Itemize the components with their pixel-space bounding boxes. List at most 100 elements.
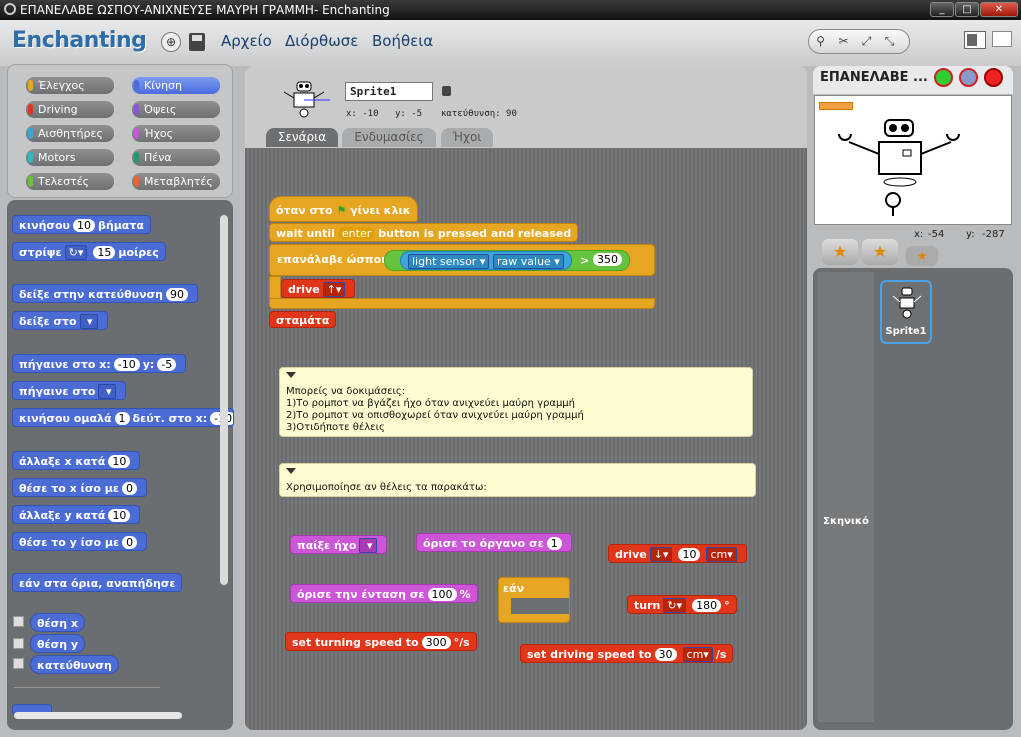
category-label: Έλεγχος xyxy=(38,79,85,92)
block-point-direction[interactable]: δείξε στην κατεύθυνση 90 xyxy=(12,284,198,303)
menu-help[interactable]: Βοήθεια xyxy=(372,32,433,50)
category-label: Motors xyxy=(38,151,76,164)
category-swatch xyxy=(134,152,139,163)
category-0[interactable]: Έλεγχος xyxy=(26,77,114,94)
category-9[interactable]: Μεταβλητές xyxy=(132,173,220,190)
block-bounce[interactable]: εάν στα όρια, αναπήδησε xyxy=(12,573,183,592)
threshold-input[interactable]: 350 xyxy=(593,253,622,266)
palette-scrollbar[interactable] xyxy=(220,215,228,585)
block-play-sound[interactable]: παίξε ήχο ▾ xyxy=(290,535,388,554)
green-flag-icon: ⚑ xyxy=(336,204,347,217)
grow-icon[interactable]: ⤢ xyxy=(855,30,878,53)
tab-costumes[interactable]: Ενδυμασίες xyxy=(342,128,436,147)
block-drive-distance[interactable]: drive ↓▾ 10 cm▾ xyxy=(608,544,747,563)
sensor-value-dropdown[interactable]: raw value ▾ xyxy=(493,254,564,269)
comment-line: Μπορείς να δοκιμάσεις: xyxy=(286,386,406,397)
reporter-x-position[interactable]: θέση x xyxy=(30,613,86,632)
block-set-instrument[interactable]: όρισε το όργανο σε 1 xyxy=(416,533,572,552)
block-if[interactable]: εάν xyxy=(498,577,570,623)
maximize-button[interactable]: □ xyxy=(955,2,979,17)
block-move[interactable]: κινήσου 10 βήματα xyxy=(12,215,151,234)
palette-hscrollbar[interactable] xyxy=(14,712,182,719)
tab-scripts[interactable]: Σενάρια xyxy=(266,128,338,147)
category-2[interactable]: Driving xyxy=(26,101,114,118)
choose-sprite-icon[interactable]: ★ xyxy=(862,239,898,265)
menu-file[interactable]: Αρχείο xyxy=(221,32,272,50)
turn-dir-icon[interactable]: ↻▾ xyxy=(64,245,88,260)
lock-icon[interactable] xyxy=(442,86,451,96)
reporter-direction[interactable]: κατεύθυνση xyxy=(30,655,119,674)
comment-2[interactable]: Χρησιμοποίησε αν θέλεις τα παρακάτω: xyxy=(279,463,756,497)
repeat-arm xyxy=(269,276,281,300)
sprite-thumbnail-sprite1[interactable]: Sprite1 xyxy=(880,280,932,344)
block-set-y[interactable]: θέσε το y ίσο με 0 xyxy=(12,532,148,551)
category-swatch xyxy=(134,128,139,139)
category-5[interactable]: Ήχος xyxy=(132,125,220,142)
save-icon[interactable] xyxy=(189,33,205,51)
minimize-button[interactable]: _ xyxy=(930,2,954,17)
comment-line: 2)Το ρομποτ να οπισθοχωρεί όταν ανιχνεύε… xyxy=(286,410,584,421)
block-set-driving-speed[interactable]: set driving speed to 30 cm▾/s xyxy=(520,644,734,663)
tab-sounds[interactable]: Ήχοι xyxy=(441,128,493,147)
stage-thumbnail-area[interactable]: Σκηνικό xyxy=(818,272,874,722)
window-titlebar: ΕΠΑΝΕΛΑΒΕ ΩΣΠΟΥ-ΑΝΙΧΝΕΥΣΕ ΜΑΥΡΗ ΓΡΑΜΜΗ- … xyxy=(0,0,1021,20)
project-title: ΕΠΑΝΕΛΑΒΕ ... xyxy=(820,70,928,85)
block-goto-xy[interactable]: πήγαινε στο x: -10 y: -5 xyxy=(12,354,187,373)
block-when-flag-clicked[interactable]: όταν στο ⚑ γίνει κλικ xyxy=(269,196,418,222)
block-turn-robot[interactable]: turn ↻▾ 180 ° xyxy=(627,595,737,614)
category-8[interactable]: Τελεστές xyxy=(26,173,114,190)
block-change-x[interactable]: άλλαξε x κατά 10 xyxy=(12,451,141,470)
block-goto[interactable]: πήγαινε στο ▾ xyxy=(12,381,127,400)
checkbox-y-position[interactable] xyxy=(13,638,24,649)
comment-1[interactable]: Μπορείς να δοκιμάσεις: 1)Το ρομποτ να βγά… xyxy=(279,367,753,437)
block-glide[interactable]: κινήσου ομαλά1δεύτ. στο x:-10 xyxy=(12,408,234,427)
sprite-tools: ⚲ ✂ ⤢ ⤡ xyxy=(808,29,910,54)
close-button[interactable]: ✕ xyxy=(980,2,1018,17)
stage-canvas[interactable] xyxy=(814,95,1012,225)
checkbox-x-position[interactable] xyxy=(13,616,24,627)
reporter-y-position[interactable]: θέση y xyxy=(30,634,86,653)
checkbox-direction[interactable] xyxy=(13,658,24,669)
category-6[interactable]: Motors xyxy=(26,149,114,166)
sprite-name-field[interactable]: Sprite1 xyxy=(345,82,433,101)
block-drive[interactable]: drive ↑▾ xyxy=(281,279,356,298)
block-turn[interactable]: στρίψε ↻▾ 15 μοίρες xyxy=(12,242,166,261)
category-label: Αισθητήρες xyxy=(38,127,103,140)
block-wait-until[interactable]: wait until enter button is pressed and rel… xyxy=(269,223,579,242)
home-button[interactable] xyxy=(959,68,978,87)
normal-stage-icon[interactable] xyxy=(964,31,986,49)
category-1[interactable]: Κίνηση xyxy=(132,77,220,94)
category-label: Όψεις xyxy=(144,103,177,116)
arrow-up-icon[interactable]: ↑▾ xyxy=(322,282,346,297)
app-icon xyxy=(4,3,16,15)
turn-dir-icon[interactable]: ↻▾ xyxy=(663,598,687,613)
block-set-x[interactable]: θέσε το x ίσο με 0 xyxy=(12,478,147,497)
shrink-icon[interactable]: ⤡ xyxy=(878,30,901,53)
category-swatch xyxy=(134,104,139,115)
category-swatch xyxy=(134,80,139,91)
comment-line: 3)Οτιδήποτε θέλεις xyxy=(286,422,385,433)
stop-button[interactable] xyxy=(984,68,1003,87)
scissors-icon[interactable]: ✂ xyxy=(832,30,855,53)
menu-edit[interactable]: Διόρθωσε xyxy=(285,32,358,50)
block-stop[interactable]: σταμάτα xyxy=(269,311,337,328)
category-3[interactable]: Όψεις xyxy=(132,101,220,118)
arrow-down-icon[interactable]: ↓▾ xyxy=(649,547,673,562)
block-point-towards[interactable]: δείξε στο ▾ xyxy=(12,311,108,330)
paint-new-sprite-icon[interactable]: ★ xyxy=(822,239,858,265)
category-7[interactable]: Πένα xyxy=(132,149,220,166)
block-set-volume[interactable]: όρισε την ένταση σε 100% xyxy=(290,584,478,603)
operator-label: > xyxy=(580,254,590,267)
block-change-y[interactable]: άλλαξε y κατά 10 xyxy=(12,505,141,524)
category-swatch xyxy=(28,128,33,139)
random-sprite-icon[interactable]: ★ xyxy=(906,246,938,266)
stamp-icon[interactable]: ⚲ xyxy=(809,30,832,53)
sprite-direction-label: κατεύθυνση: 90 xyxy=(441,109,517,119)
category-4[interactable]: Αισθητήρες xyxy=(26,125,114,142)
green-flag-button[interactable] xyxy=(934,68,953,87)
robot-sprite[interactable] xyxy=(835,116,975,226)
globe-icon[interactable]: ⊕ xyxy=(161,32,181,52)
sensor-dropdown[interactable]: light sensor ▾ xyxy=(408,254,490,269)
block-set-turning-speed[interactable]: set turning speed to 300 °/s xyxy=(285,632,477,651)
small-stage-icon[interactable] xyxy=(992,31,1012,47)
